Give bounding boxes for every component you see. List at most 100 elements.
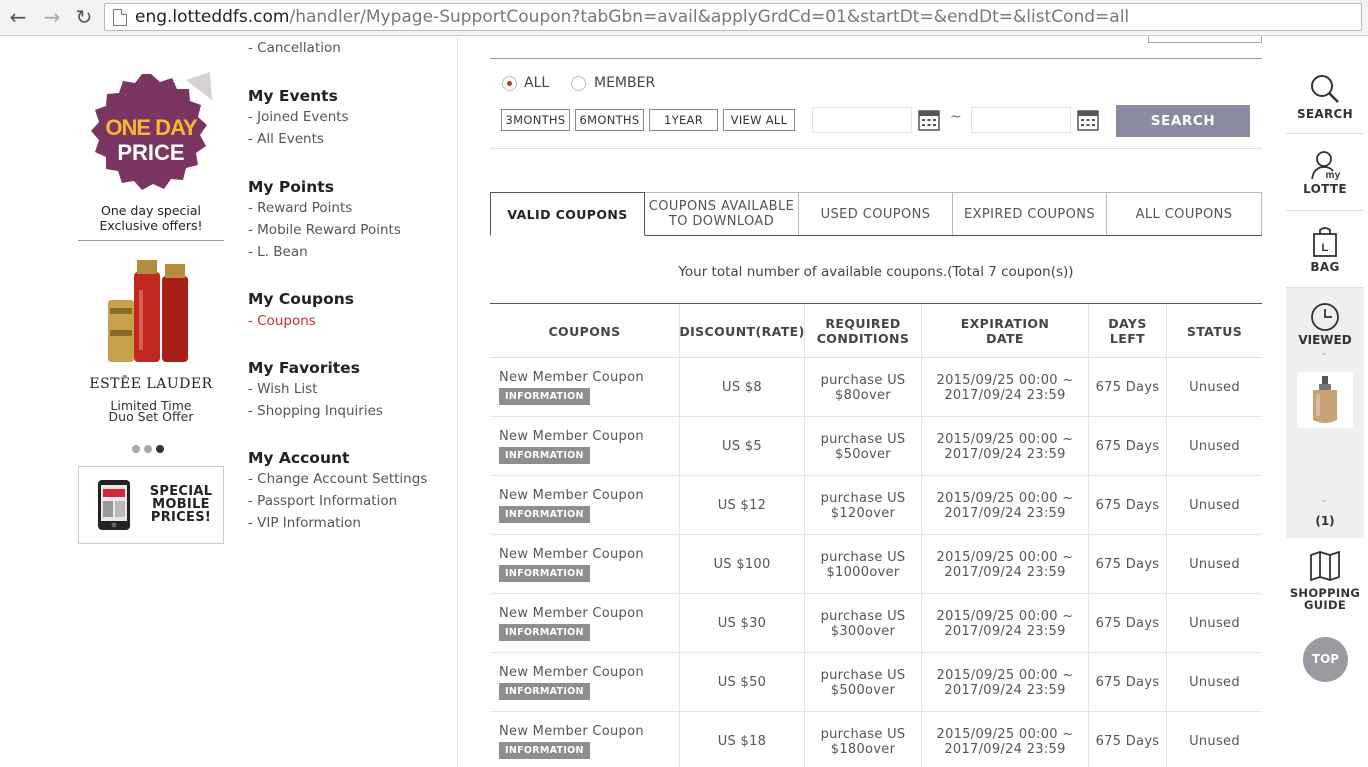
mobile-prices-text: SPECIAL MOBILE PRICES! xyxy=(141,485,221,524)
period-6months-button[interactable]: 6MONTHS xyxy=(575,109,644,131)
menu-title-coupons[interactable]: My Coupons xyxy=(248,290,354,308)
menu-item-vip-information[interactable]: - VIP Information xyxy=(248,515,361,531)
period-view-all-button[interactable]: VIEW ALL xyxy=(723,109,795,131)
period-3months-button[interactable]: 3MONTHS xyxy=(501,109,570,131)
header-required-conditions: REQUIRED CONDITIONS xyxy=(805,304,922,358)
discount-cell: US $100 xyxy=(680,535,805,594)
end-date-input[interactable] xyxy=(971,107,1071,133)
badge-line-2: PRICE xyxy=(117,140,184,165)
carousel-dot[interactable] xyxy=(132,445,140,453)
expiration-line-1: 2015/09/25 00:00 ~ xyxy=(936,372,1074,388)
sidebar-my-lotte[interactable]: my LOTTE xyxy=(1286,134,1364,211)
my-label: my xyxy=(1325,170,1340,180)
table-row: New Member Coupon INFORMATION US $8 purc… xyxy=(490,358,1262,417)
tab-valid-coupons[interactable]: VALID COUPONS xyxy=(490,192,645,236)
menu-item-change-account-settings[interactable]: - Change Account Settings xyxy=(248,471,427,487)
conditions-cell: purchase US $120over xyxy=(805,476,922,535)
expiration-cell: 2015/09/25 00:00 ~ 2017/09/24 23:59 xyxy=(922,535,1089,594)
header-status: STATUS xyxy=(1186,323,1243,339)
condition-line-2: $80over xyxy=(835,387,891,403)
brand-name: ESTĒE LAUDER xyxy=(89,376,213,392)
top-select-box[interactable] xyxy=(1148,36,1262,43)
user-icon: my xyxy=(1311,151,1340,180)
one-day-price-badge[interactable]: ONE DAY PRICE xyxy=(86,72,216,192)
expiration-line-1: 2015/09/25 00:00 ~ xyxy=(936,431,1074,447)
badge-line-1: ONE DAY xyxy=(105,115,198,140)
menu-title-events[interactable]: My Events xyxy=(248,87,338,105)
menu-item-cancellation[interactable]: - Cancellation xyxy=(248,40,341,56)
menu-title-favorites[interactable]: My Favorites xyxy=(248,359,360,377)
tab-all-coupons[interactable]: ALL COUPONS xyxy=(1106,192,1262,235)
information-button[interactable]: INFORMATION xyxy=(499,447,590,464)
back-arrow-icon[interactable]: ← xyxy=(6,6,30,28)
status-cell: Unused xyxy=(1189,616,1240,631)
url-domain: eng.lotteddfs.com xyxy=(135,7,290,27)
coupon-name: New Member Coupon xyxy=(499,724,644,739)
menu-item-all-events[interactable]: - All Events xyxy=(248,131,324,147)
sidebar-bag[interactable]: L BAG xyxy=(1286,211,1364,288)
condition-line-2: $180over xyxy=(830,741,896,757)
estee-lauder-product-image[interactable] xyxy=(106,260,196,364)
sidebar-search[interactable]: SEARCH xyxy=(1286,56,1364,134)
forward-arrow-icon[interactable]: → xyxy=(40,6,64,28)
clock-icon xyxy=(1311,303,1339,331)
days-left-cell: 675 Days xyxy=(1089,535,1167,594)
calendar-icon[interactable] xyxy=(918,109,940,131)
period-1year-button[interactable]: 1YEAR xyxy=(649,109,718,131)
menu-title-points[interactable]: My Points xyxy=(248,178,334,196)
chevron-down-icon[interactable]: ⌄ xyxy=(1320,494,1328,505)
menu-item-shopping-inquiries[interactable]: - Shopping Inquiries xyxy=(248,403,383,419)
radio-member[interactable] xyxy=(571,76,586,91)
viewed-product-thumbnail[interactable] xyxy=(1297,372,1353,428)
information-button[interactable]: INFORMATION xyxy=(499,506,590,523)
status-cell: Unused xyxy=(1189,498,1240,513)
tab-expired-coupons[interactable]: EXPIRED COUPONS xyxy=(952,192,1107,235)
sidebar-bag-label: BAG xyxy=(1310,260,1340,274)
sidebar-shopping-guide[interactable]: SHOPPING GUIDE xyxy=(1286,551,1364,621)
radio-member-label: MEMBER xyxy=(594,75,656,91)
calendar-icon[interactable] xyxy=(1077,109,1099,131)
menu-item-l-bean[interactable]: - L. Bean xyxy=(248,244,308,260)
menu-title-account[interactable]: My Account xyxy=(248,449,349,467)
information-button[interactable]: INFORMATION xyxy=(499,565,590,582)
coupon-cell: New Member Coupon INFORMATION xyxy=(490,476,680,535)
menu-item-passport-information[interactable]: - Passport Information xyxy=(248,493,397,509)
condition-line-2: $500over xyxy=(830,682,896,698)
information-button[interactable]: INFORMATION xyxy=(499,683,590,700)
header-days-left: DAYS LEFT xyxy=(1089,304,1167,358)
sidebar-search-label: SEARCH xyxy=(1296,107,1354,121)
address-bar[interactable]: eng.lotteddfs.com/handler/Mypage-Support… xyxy=(104,3,1362,31)
sidebar-viewed-label: VIEWED xyxy=(1298,333,1352,347)
coupon-name: New Member Coupon xyxy=(499,547,644,562)
sidebar-guide-label: SHOPPING GUIDE xyxy=(1286,587,1364,611)
menu-item-mobile-reward-points[interactable]: - Mobile Reward Points xyxy=(248,222,401,238)
filter-top-line xyxy=(490,58,1262,59)
header-coupons: COUPONS xyxy=(490,304,680,358)
tab-coupons-available-to-download[interactable]: COUPONS AVAILABLE TO DOWNLOAD xyxy=(644,192,799,235)
back-to-top-button[interactable]: TOP xyxy=(1303,637,1348,682)
menu-item-joined-events[interactable]: - Joined Events xyxy=(248,109,349,125)
menu-item-wish-list[interactable]: - Wish List xyxy=(248,381,317,397)
expiration-cell: 2015/09/25 00:00 ~ 2017/09/24 23:59 xyxy=(922,417,1089,476)
header-days-line-2: LEFT xyxy=(1109,331,1146,346)
information-button[interactable]: INFORMATION xyxy=(499,624,590,641)
total-coupons-text: Your total number of available coupons.(… xyxy=(678,264,1074,280)
expiration-line-2: 2017/09/24 23:59 xyxy=(944,623,1066,639)
sidebar-viewed[interactable]: VIEWED xyxy=(1286,302,1364,347)
carousel-dot[interactable] xyxy=(144,445,152,453)
carousel-dots xyxy=(132,445,172,455)
condition-line-2: $120over xyxy=(830,505,896,521)
tab-used-coupons[interactable]: USED COUPONS xyxy=(798,192,953,235)
information-button[interactable]: INFORMATION xyxy=(499,742,590,759)
mobile-prices-banner[interactable]: SPECIAL MOBILE PRICES! xyxy=(78,466,224,544)
header-required-line-2: CONDITIONS xyxy=(816,331,910,346)
search-button[interactable]: SEARCH xyxy=(1116,105,1250,137)
information-button[interactable]: INFORMATION xyxy=(499,388,590,405)
reload-icon[interactable]: ↻ xyxy=(72,6,96,28)
menu-item-reward-points[interactable]: - Reward Points xyxy=(248,200,352,216)
start-date-input[interactable] xyxy=(812,107,912,133)
carousel-dot-active[interactable] xyxy=(156,445,164,453)
chevron-up-icon[interactable]: ⌃ xyxy=(1320,352,1328,363)
radio-all[interactable] xyxy=(502,76,517,91)
menu-item-coupons[interactable]: - Coupons xyxy=(248,313,316,329)
